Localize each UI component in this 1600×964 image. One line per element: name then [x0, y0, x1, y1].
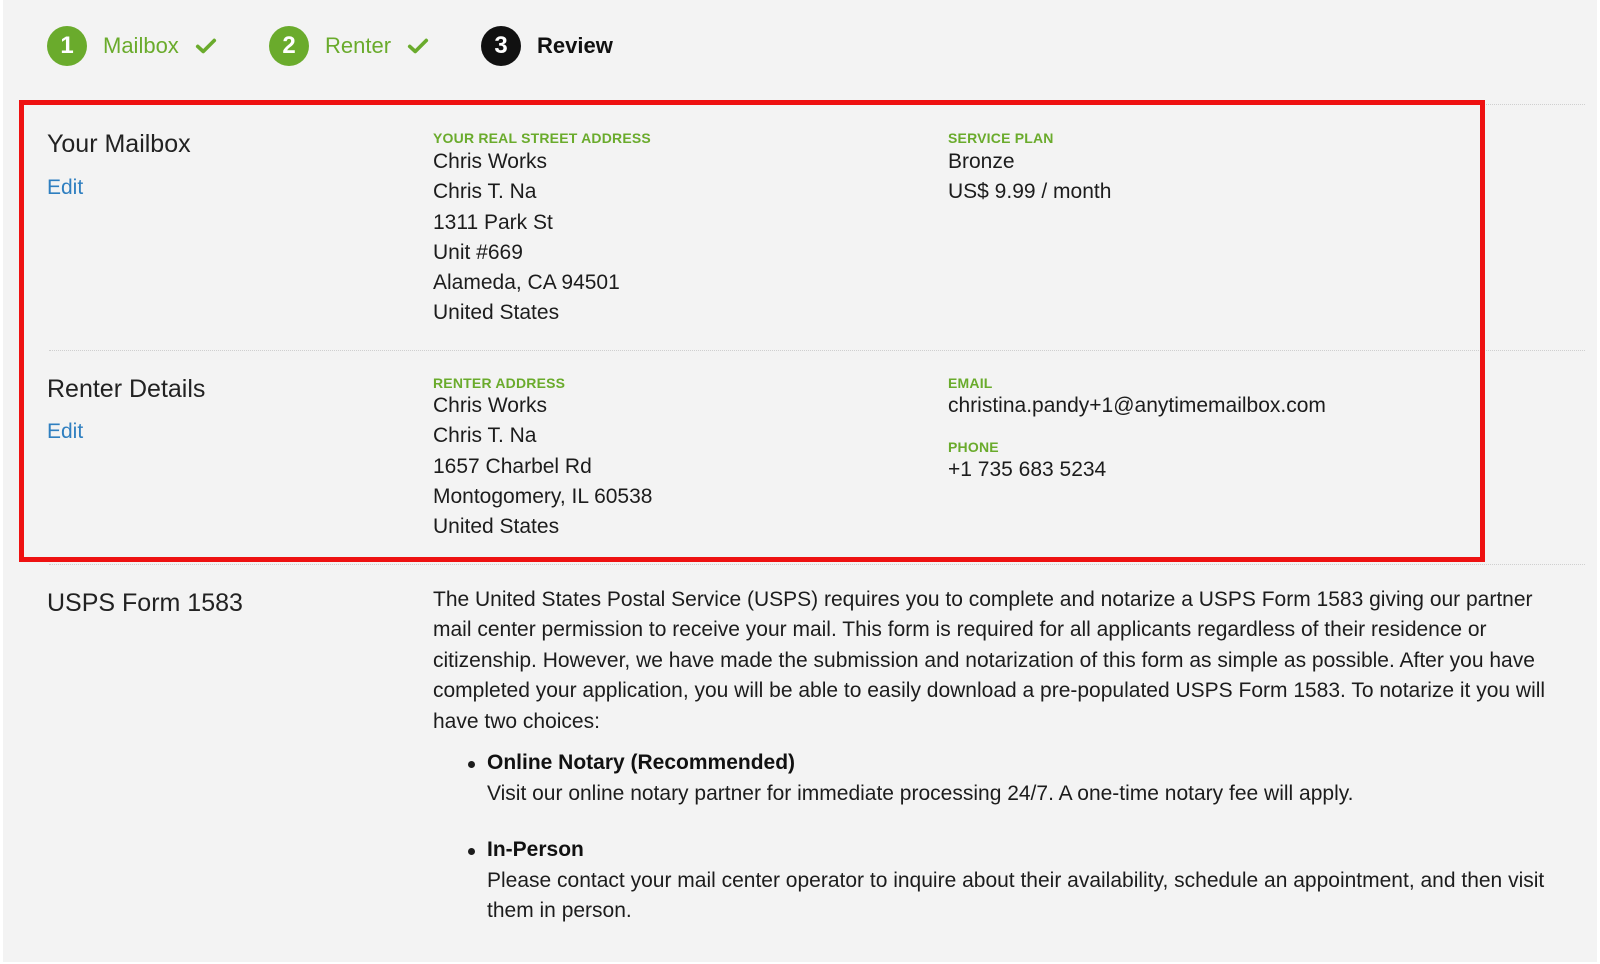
option-in-person-text: Please contact your mail center operator…: [487, 869, 1545, 923]
checkmark-icon: [195, 38, 216, 54]
mailbox-section-title: Your Mailbox: [47, 130, 191, 158]
step-renter[interactable]: 2 Renter: [269, 24, 429, 68]
address-line: United States: [433, 301, 560, 324]
address-line: Chris Works: [433, 150, 547, 173]
phone-label: PHONE: [948, 439, 999, 455]
step-number-badge: 3: [481, 26, 521, 66]
checkmark-icon: [407, 38, 429, 54]
usps-description: The United States Postal Service (USPS) …: [433, 588, 1546, 733]
option-online-notary-text: Visit our online notary partner for imme…: [487, 782, 1354, 805]
address-line: Montogomery, IL 60538: [433, 485, 653, 508]
option-online-notary-title: Online Notary (Recommended): [487, 751, 796, 774]
address-line: Chris Works: [433, 394, 547, 417]
bullet-icon: [468, 761, 475, 768]
step-number-badge: 1: [47, 26, 87, 66]
option-in-person-title: In-Person: [487, 838, 584, 861]
divider: [49, 350, 1585, 351]
phone-value: +1 735 683 5234: [948, 458, 1107, 481]
service-plan-price: US$ 9.99 / month: [948, 180, 1112, 203]
email-label: EMAIL: [948, 375, 993, 391]
service-plan-label: SERVICE PLAN: [948, 130, 1054, 146]
service-plan-name: Bronze: [948, 150, 1015, 173]
email-value: christina.pandy+1@anytimemailbox.com: [948, 394, 1326, 417]
renter-section-title: Renter Details: [47, 375, 206, 403]
step-mailbox[interactable]: 1 Mailbox: [47, 24, 217, 68]
address-line: 1657 Charbel Rd: [433, 455, 592, 478]
address-line: Unit #669: [433, 241, 523, 264]
step-label: Renter: [325, 33, 392, 58]
review-page: 1 Mailbox 2 Renter 3 Review Your Mailbox…: [3, 0, 1597, 962]
step-review: 3 Review: [481, 24, 613, 68]
divider: [49, 104, 1585, 105]
bullet-icon: [468, 848, 475, 855]
step-label: Mailbox: [103, 33, 179, 58]
step-number-badge: 2: [269, 26, 309, 66]
usps-section-title: USPS Form 1583: [47, 589, 243, 617]
address-line: Chris T. Na: [433, 424, 537, 447]
highlight-box: [19, 100, 1485, 562]
address-line: Chris T. Na: [433, 180, 537, 203]
address-line: 1311 Park St: [433, 211, 553, 234]
divider: [49, 564, 1585, 565]
renter-edit-link[interactable]: Edit: [47, 420, 83, 444]
step-label: Review: [537, 33, 613, 58]
mailbox-edit-link[interactable]: Edit: [47, 176, 83, 200]
renter-address-label: RENTER ADDRESS: [433, 375, 566, 391]
address-line: United States: [433, 515, 560, 538]
address-line: Alameda, CA 94501: [433, 271, 620, 294]
street-address-label: YOUR REAL STREET ADDRESS: [433, 130, 651, 146]
